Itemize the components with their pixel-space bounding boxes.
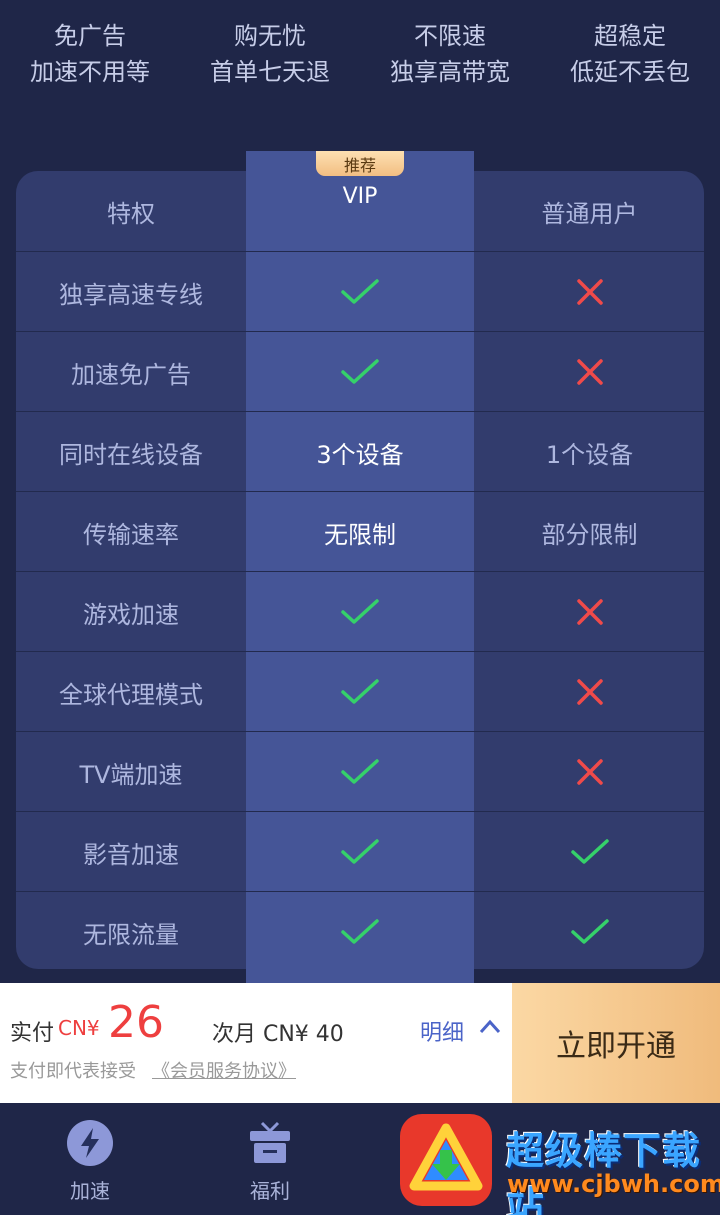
nav-item-accelerate[interactable]: 加速	[30, 1103, 150, 1215]
detail-link[interactable]: 明细	[420, 1015, 464, 1047]
privilege-name: 全球代理模式	[59, 680, 203, 709]
feature-subtitle: 低延不丢包	[570, 58, 690, 86]
normal-user-value: 1个设备	[545, 440, 634, 469]
privilege-name: TV端加速	[79, 760, 183, 789]
normal-user-value	[475, 652, 704, 732]
normal-user-value: 部分限制	[541, 520, 638, 549]
cross-icon	[576, 278, 604, 306]
open-now-button[interactable]: 立即开通	[512, 983, 720, 1103]
privilege-name: 影音加速	[83, 840, 179, 869]
check-icon	[570, 917, 610, 947]
normal-user-value	[475, 252, 704, 332]
feature-subtitle: 独享高带宽	[390, 58, 510, 86]
check-icon	[340, 597, 380, 627]
check-icon	[340, 837, 380, 867]
pay-label: 实付	[10, 1021, 55, 1046]
vip-value	[246, 652, 474, 732]
privilege-name: 加速免广告	[71, 360, 191, 389]
chevron-up-icon[interactable]	[478, 1017, 502, 1039]
vip-value: 无限制	[324, 520, 396, 549]
agreement-text: 支付即代表接受	[10, 1061, 136, 1082]
check-icon	[340, 917, 380, 947]
normal-user-value	[475, 732, 704, 812]
watermark-title: 超级棒下载站	[506, 1129, 702, 1215]
feature-title: 免广告	[54, 22, 126, 50]
cross-icon	[576, 358, 604, 386]
table-row: 传输速率 无限制 部分限制	[16, 491, 704, 571]
feature-item: 不限速 独享高带宽	[360, 18, 540, 98]
nav-item-welfare[interactable]: 福利	[210, 1103, 330, 1215]
vip-value: 3个设备	[316, 440, 404, 469]
table-row: 影音加速	[16, 811, 704, 891]
pay-amount: 26	[108, 997, 164, 1048]
vip-value	[246, 732, 474, 812]
feature-subtitle: 首单七天退	[210, 58, 330, 86]
watermark-logo	[398, 1112, 494, 1212]
normal-user-value	[475, 332, 704, 412]
feature-item: 超稳定 低延不丢包	[540, 18, 720, 98]
feature-title: 不限速	[414, 22, 486, 50]
table-header-row: 特权 普通用户	[16, 171, 704, 251]
table-row: 无限流量	[16, 891, 704, 971]
vip-value	[246, 812, 474, 892]
privilege-name: 游戏加速	[83, 600, 179, 629]
privilege-name: 独享高速专线	[59, 280, 203, 309]
purchase-bar: 实付 CN¥ 26 次月 CN¥ 40 明细 支付即代表接受 《会员服务协议》 …	[0, 983, 720, 1103]
normal-user-value	[475, 572, 704, 652]
cross-icon	[576, 758, 604, 786]
table-row: TV端加速	[16, 731, 704, 811]
table-row: 全球代理模式	[16, 651, 704, 731]
lightning-icon	[66, 1119, 114, 1171]
watermark-url: www.cjbwh.com	[507, 1170, 720, 1198]
table-row: 加速免广告	[16, 331, 704, 411]
cross-icon	[576, 598, 604, 626]
check-icon	[340, 677, 380, 707]
vip-value	[246, 252, 474, 332]
check-icon	[570, 837, 610, 867]
feature-item: 免广告 加速不用等	[0, 18, 180, 98]
feature-title: 购无忧	[234, 22, 306, 50]
nav-label: 福利	[250, 1179, 290, 1203]
check-icon	[340, 277, 380, 307]
feature-item: 购无忧 首单七天退	[180, 18, 360, 98]
privilege-name: 无限流量	[83, 920, 179, 949]
privilege-name: 传输速率	[83, 520, 179, 549]
table-row: 游戏加速	[16, 571, 704, 651]
pay-currency: CN¥	[58, 1016, 100, 1040]
check-icon	[340, 757, 380, 787]
table-row: 独享高速专线	[16, 251, 704, 331]
vip-value	[246, 892, 474, 972]
gift-icon	[246, 1119, 294, 1171]
comparison-rows: 特权 普通用户 独享高速专线 加速免广告同时在线设备 3个设备 1个设备传输速率 无限制…	[16, 171, 704, 969]
normal-user-value	[475, 892, 704, 972]
privilege-header: 特权	[107, 199, 155, 228]
normal-user-value	[475, 812, 704, 892]
cross-icon	[576, 678, 604, 706]
vip-value	[246, 332, 474, 412]
feature-subtitle: 加速不用等	[30, 58, 150, 86]
agreement-link[interactable]: 《会员服务协议》	[152, 1057, 296, 1083]
normal-user-header: 普通用户	[541, 199, 638, 228]
nav-label: 加速	[70, 1179, 110, 1203]
feature-title: 超稳定	[594, 22, 666, 50]
next-month-price: 次月 CN¥ 40	[212, 1022, 344, 1047]
privilege-name: 同时在线设备	[59, 440, 203, 469]
table-row: 同时在线设备 3个设备 1个设备	[16, 411, 704, 491]
vip-value	[246, 572, 474, 652]
check-icon	[340, 357, 380, 387]
feature-strip: 免广告 加速不用等 购无忧 首单七天退 不限速 独享高带宽 超稳定 低延不丢包	[0, 18, 720, 98]
